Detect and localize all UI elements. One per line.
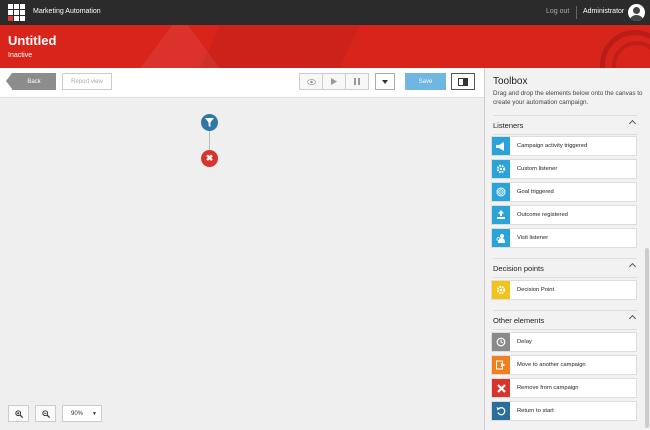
zoom-level-select[interactable]: 90% ▼ [62,405,102,422]
section-title: Other elements [493,315,545,325]
visit-icon [492,229,510,247]
save-button[interactable]: Save [405,73,446,90]
toolbox-item-move-campaign[interactable]: Move to another campaign [491,355,637,375]
chevron-up-icon [628,262,637,271]
toolbox-scrollbar[interactable] [645,248,649,428]
zoom-in-button[interactable] [8,405,29,422]
campaign-status: Inactive [8,52,33,59]
pause-icon[interactable] [346,74,368,89]
section-header-listeners[interactable]: Listeners [493,115,637,135]
upload-icon [492,206,510,224]
toolbar: Back Report view Save [0,68,484,98]
app-title: Marketing Automation [33,8,101,15]
preview-eye-icon[interactable] [300,74,323,89]
page-header: Untitled Inactive [0,25,650,68]
top-bar: Marketing Automation Log out Administrat… [0,0,650,25]
toolbox-item-remove-campaign[interactable]: Remove from campaign [491,378,637,398]
campaign-canvas[interactable]: ✖ 90% ▼ [0,98,484,430]
toolbox-item-delay[interactable]: Delay [491,332,637,352]
toolbox-item-outcome-registered[interactable]: Outcome registered [491,205,637,225]
report-view-button[interactable]: Report view [62,73,112,90]
end-close-icon[interactable]: ✖ [201,150,218,167]
play-icon[interactable] [323,74,346,89]
toolbox-panel: Toolbox Drag and drop the elements below… [484,68,650,430]
chevron-up-icon [628,314,637,323]
divider [576,6,577,19]
item-label: Visit listener [517,235,549,241]
more-options-dropdown[interactable] [375,73,395,90]
target-icon [492,183,510,201]
connector-line [209,131,210,150]
chevron-down-icon: ▼ [92,411,97,417]
toolbox-item-visit-listener[interactable]: Visit listener [491,228,637,248]
item-label: Remove from campaign [517,385,579,391]
toggle-panel-button[interactable] [451,73,475,90]
user-name[interactable]: Administrator [583,8,624,15]
zoom-out-icon [41,409,50,418]
gear-icon [492,160,510,178]
chevron-down-icon [382,79,388,84]
section-header-decision-points[interactable]: Decision points [493,258,637,278]
return-icon [492,402,510,420]
zoom-out-button[interactable] [35,405,56,422]
item-label: Campaign activity triggered [517,143,588,149]
item-label: Decision Point [517,287,555,293]
item-label: Outcome registered [517,212,568,218]
section-title: Decision points [493,263,544,273]
toolbox-description: Drag and drop the elements below onto th… [493,90,643,106]
zoom-in-icon [14,409,23,418]
item-label: Delay [517,339,532,345]
toolbox-item-campaign-activity[interactable]: Campaign activity triggered [491,136,637,156]
toolbox-item-decision-point[interactable]: Decision Point [491,280,637,300]
app-grid-icon[interactable] [8,4,25,21]
megaphone-icon [492,137,510,155]
playback-controls [299,73,369,90]
section-header-other-elements[interactable]: Other elements [493,310,637,330]
toolbox-item-custom-listener[interactable]: Custom listener [491,159,637,179]
logout-link[interactable]: Log out [546,8,569,15]
toolbox-item-return-start[interactable]: Return to start [491,401,637,421]
close-icon [492,379,510,397]
section-title: Listeners [493,120,524,130]
item-label: Return to start [517,408,554,414]
avatar[interactable] [628,4,645,21]
move-icon [492,356,510,374]
page-title[interactable]: Untitled [8,33,56,48]
panel-icon [458,77,468,86]
start-funnel-icon[interactable] [201,114,218,131]
item-label: Move to another campaign [517,362,586,368]
chevron-up-icon [628,119,637,128]
clock-icon [492,333,510,351]
toolbox-item-goal-triggered[interactable]: Goal triggered [491,182,637,202]
item-label: Custom listener [517,166,558,172]
zoom-value: 90% [71,410,84,417]
toolbox-title: Toolbox [493,76,528,87]
back-button[interactable]: Back [6,73,56,90]
gear-icon [492,281,510,299]
item-label: Goal triggered [517,189,554,195]
